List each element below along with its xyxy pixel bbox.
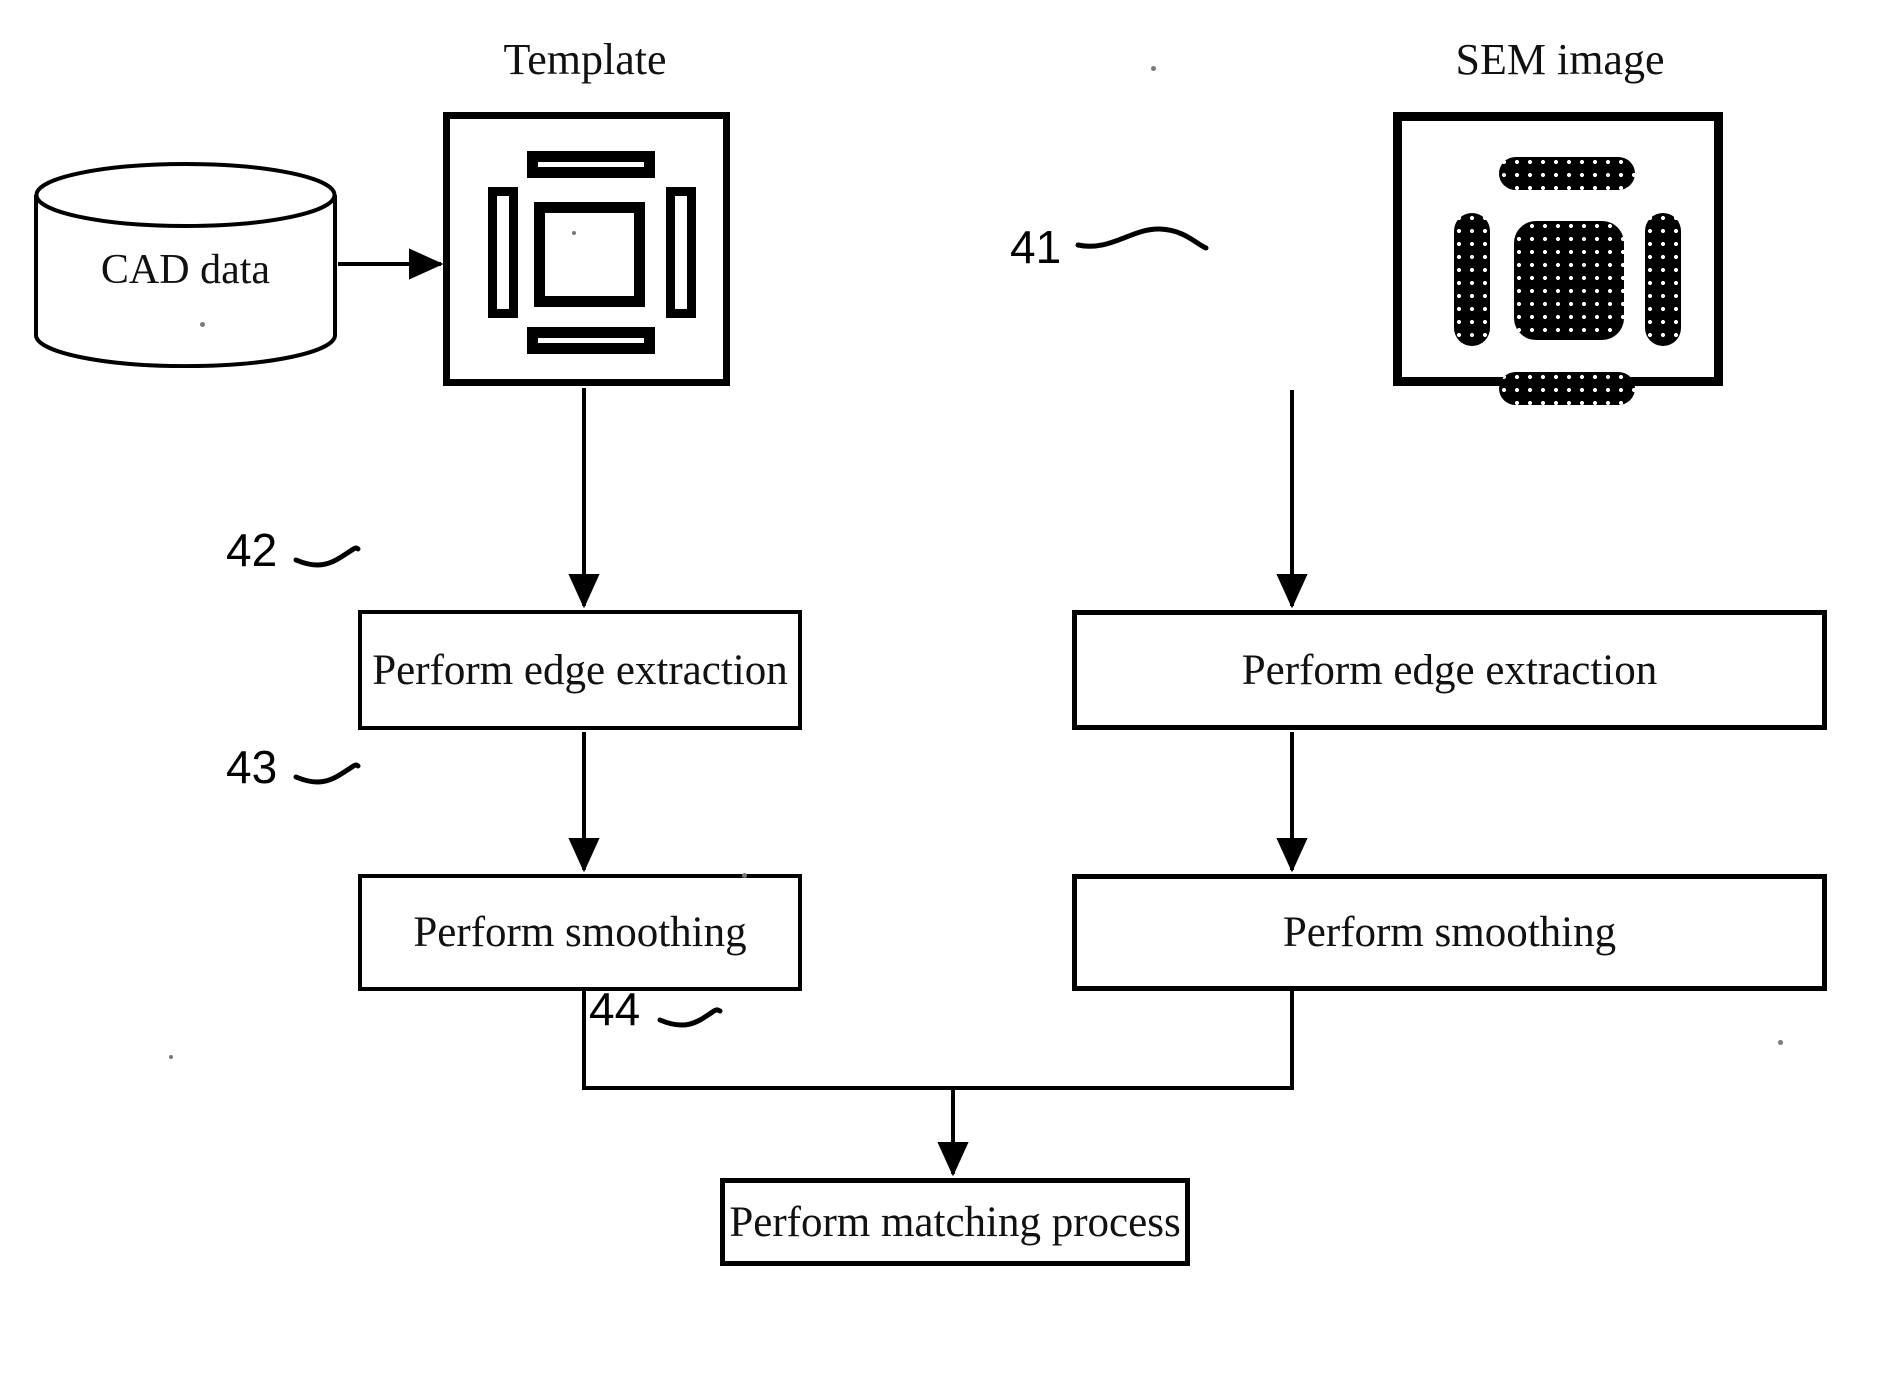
sem-feature-top [1499, 157, 1635, 190]
left-smoothing-label: Perform smoothing [413, 909, 747, 956]
patent-figure-canvas: Template SEM image CAD data Perform edge… [0, 0, 1902, 1375]
leader-43 [293, 762, 361, 785]
ref-numeral-43: 43 [226, 741, 278, 793]
template-feature-top [527, 151, 655, 178]
scan-speck [169, 1055, 173, 1059]
sem-feature-left [1454, 213, 1490, 346]
scan-speck [200, 322, 205, 327]
left-smoothing-box[interactable]: Perform smoothing [358, 874, 802, 991]
leader-44 [657, 1007, 723, 1028]
ref-numeral-41: 41 [1010, 221, 1062, 273]
cad-data-cylinder: CAD data [33, 162, 338, 369]
template-feature-left [488, 187, 518, 318]
sem-feature-right [1645, 213, 1681, 346]
template-pattern-box [443, 112, 730, 386]
matching-process-box[interactable]: Perform matching process [720, 1178, 1190, 1266]
template-feature-bottom [527, 327, 655, 354]
leader-41 [1075, 226, 1209, 251]
right-edge-extraction-label: Perform edge extraction [1241, 646, 1658, 694]
left-edge-extraction-box[interactable]: Perform edge extraction [358, 610, 802, 730]
template-heading: Template [503, 35, 667, 84]
template-feature-right [666, 187, 696, 318]
left-edge-extraction-label: Perform edge extraction [372, 646, 788, 694]
scan-speck [1151, 66, 1156, 71]
leader-42 [293, 545, 361, 568]
scan-speck [1778, 1040, 1783, 1045]
ref-numeral-44: 44 [589, 983, 641, 1035]
template-feature-center [534, 202, 645, 307]
right-edge-extraction-box[interactable]: Perform edge extraction [1072, 610, 1827, 730]
right-smoothing-label: Perform smoothing [1282, 909, 1617, 956]
matching-process-label: Perform matching process [729, 1198, 1181, 1246]
sem-image-heading: SEM image [1455, 35, 1665, 84]
cad-data-label: CAD data [100, 247, 271, 293]
sem-feature-center [1514, 221, 1624, 340]
scan-speck [572, 231, 576, 235]
sem-feature-bottom [1499, 372, 1635, 405]
scan-speck [742, 873, 747, 878]
ref-numeral-42: 42 [226, 524, 278, 576]
right-smoothing-box[interactable]: Perform smoothing [1072, 874, 1827, 991]
sem-pattern-box [1393, 112, 1723, 405]
